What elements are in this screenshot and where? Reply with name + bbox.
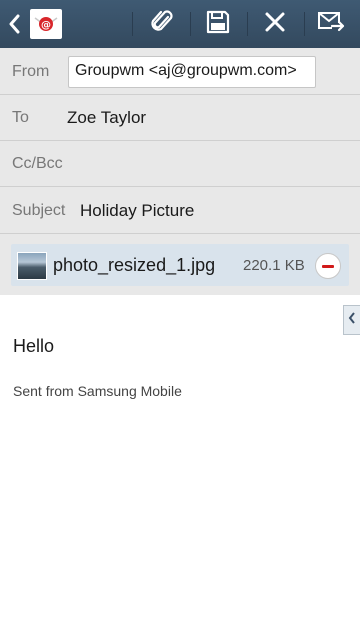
discard-button[interactable] bbox=[247, 0, 303, 48]
send-icon bbox=[318, 11, 346, 38]
body-greeting: Hello bbox=[13, 336, 55, 356]
save-icon bbox=[206, 10, 230, 39]
close-icon bbox=[264, 11, 286, 38]
remove-attachment-button[interactable] bbox=[315, 253, 341, 279]
subject-field[interactable]: Holiday Picture bbox=[80, 201, 194, 221]
attachment-name: photo_resized_1.jpg bbox=[53, 255, 216, 275]
subject-label: Subject bbox=[12, 202, 66, 219]
remove-circle-icon bbox=[322, 264, 334, 268]
attachment-thumbnail bbox=[17, 252, 47, 280]
ccbcc-label: Cc/Bcc bbox=[12, 155, 63, 172]
to-row[interactable]: To Zoe Taylor bbox=[0, 95, 360, 141]
from-field[interactable]: Groupwm <aj@groupwm.com> bbox=[68, 56, 316, 88]
paperclip-icon bbox=[149, 8, 175, 41]
svg-text:@: @ bbox=[41, 20, 51, 31]
to-label: To bbox=[12, 109, 29, 126]
toolbar-divider bbox=[132, 12, 133, 36]
subject-row[interactable]: Subject Holiday Picture bbox=[0, 187, 360, 234]
side-panel-toggle[interactable] bbox=[343, 305, 360, 335]
send-button[interactable] bbox=[304, 0, 360, 48]
to-recipient[interactable]: Zoe Taylor bbox=[67, 108, 146, 128]
from-row: From Groupwm <aj@groupwm.com> bbox=[0, 48, 360, 95]
body-signature: Sent from Samsung Mobile bbox=[13, 383, 182, 399]
attachment-size: 220.1 KB bbox=[243, 257, 305, 274]
action-bar: @ bbox=[0, 0, 360, 48]
attachment-area: photo_resized_1.jpg 220.1 KB bbox=[0, 234, 360, 295]
email-app-icon[interactable]: @ bbox=[30, 9, 62, 39]
attach-button[interactable] bbox=[134, 0, 190, 48]
from-label: From bbox=[12, 63, 50, 80]
ccbcc-row[interactable]: Cc/Bcc bbox=[0, 141, 360, 187]
chevron-left-icon bbox=[348, 311, 356, 329]
chevron-left-icon[interactable] bbox=[6, 12, 22, 36]
attachment-chip[interactable]: photo_resized_1.jpg 220.1 KB bbox=[11, 244, 349, 286]
save-button[interactable] bbox=[190, 0, 246, 48]
